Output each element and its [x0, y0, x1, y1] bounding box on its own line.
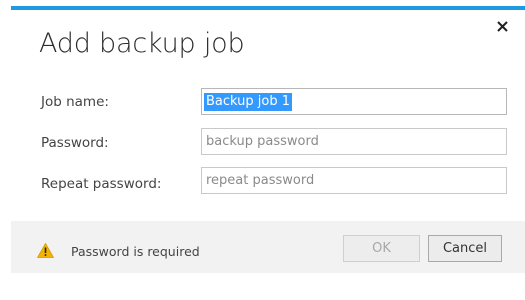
password-label: Password: [41, 135, 109, 151]
cancel-button[interactable]: Cancel [428, 235, 502, 262]
repeat-password-input[interactable] [201, 167, 507, 194]
warning-triangle-icon [36, 242, 55, 258]
dialog-title: Add backup job [39, 28, 245, 59]
password-input[interactable] [201, 128, 507, 155]
job-name-input[interactable] [201, 88, 507, 115]
job-name-label: Job name: [41, 94, 109, 110]
ok-button[interactable]: OK [343, 235, 420, 262]
repeat-password-label: Repeat password: [41, 176, 162, 192]
validation-message: Password is required [71, 244, 200, 259]
close-icon[interactable] [496, 20, 510, 34]
